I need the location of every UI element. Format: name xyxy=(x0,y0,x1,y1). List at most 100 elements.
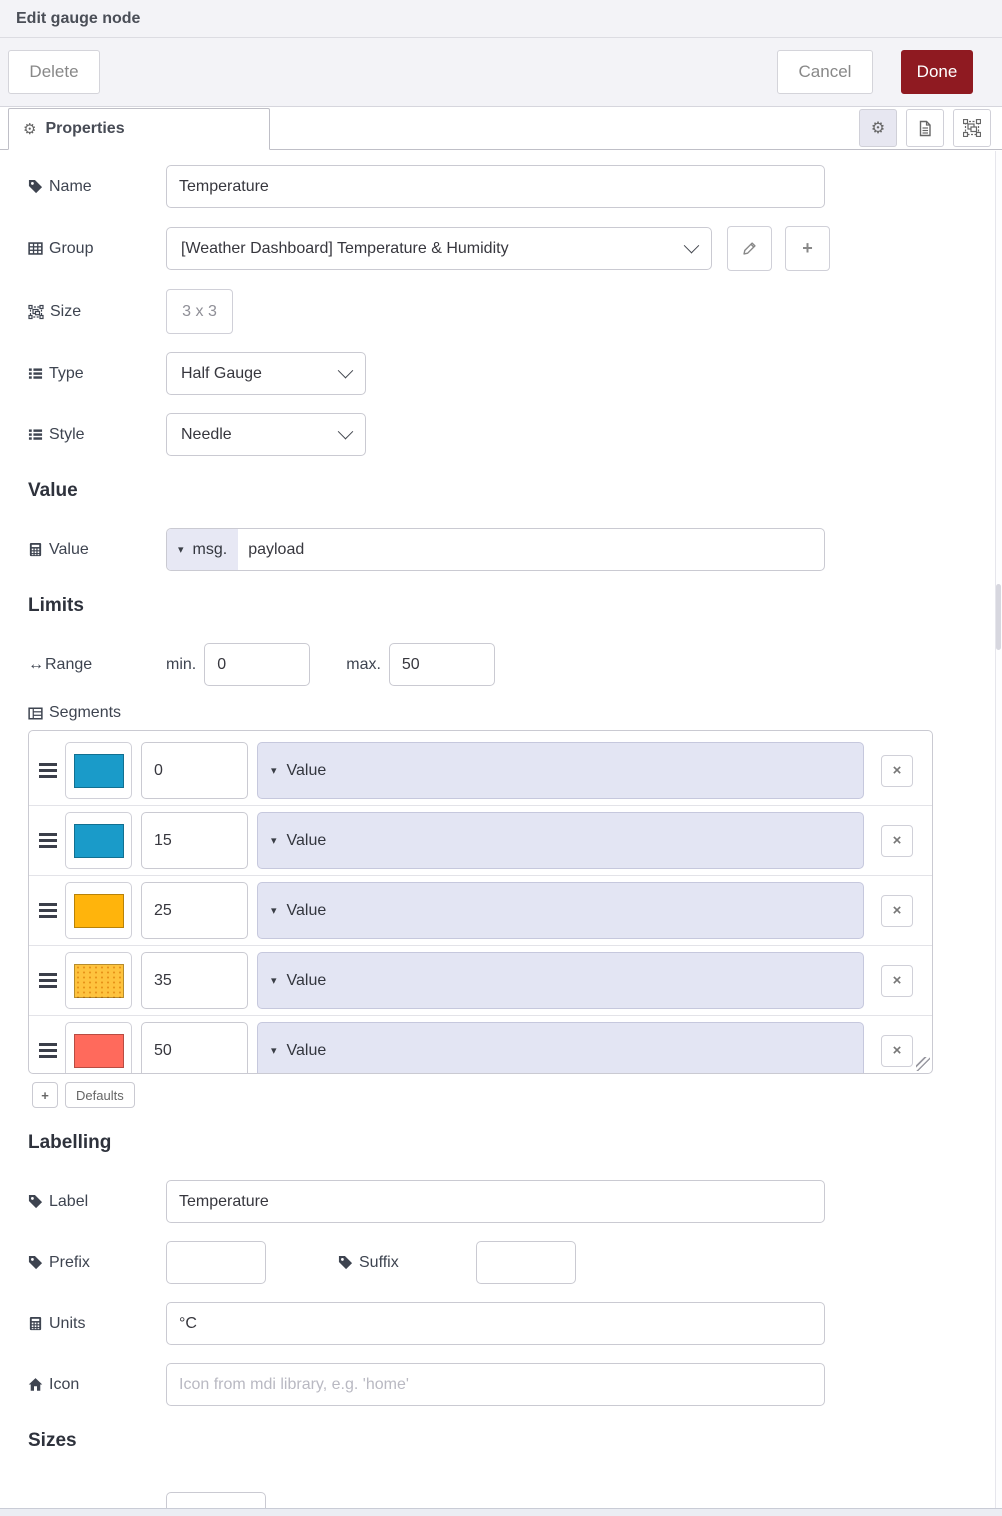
size-button[interactable]: 3 x 3 xyxy=(166,289,233,334)
range-min-input[interactable] xyxy=(204,643,311,686)
style-label: Style xyxy=(28,426,166,444)
prefix-input[interactable] xyxy=(166,1241,266,1284)
properties-form: Name Group [Weather Dashboard] Temperatu… xyxy=(0,150,1002,1516)
remove-segment-button[interactable]: × xyxy=(881,1034,913,1067)
value-typed-input[interactable]: ▾ msg. payload xyxy=(166,528,825,571)
style-row: Style Needle xyxy=(28,413,1002,456)
segment-type-select[interactable]: ▾ Value xyxy=(257,882,864,939)
list-resize-handle[interactable] xyxy=(916,1057,930,1071)
group-select[interactable]: [Weather Dashboard] Temperature & Humidi… xyxy=(166,227,712,270)
label-row: Label xyxy=(28,1180,1002,1223)
name-row: Name xyxy=(28,165,1002,208)
max-label: max. xyxy=(346,655,381,673)
properties-view-button[interactable]: ⚙ xyxy=(859,109,897,147)
close-icon: × xyxy=(892,902,902,919)
units-input[interactable] xyxy=(166,1302,825,1345)
prefix-label: Prefix xyxy=(28,1254,166,1272)
edit-group-button[interactable] xyxy=(727,226,772,271)
dialog-title: Edit gauge node xyxy=(16,9,141,27)
value-type-label: msg. xyxy=(192,540,228,558)
tab-properties-label: Properties xyxy=(45,119,125,137)
caret-down-icon: ▾ xyxy=(178,544,184,556)
tab-toolbar: ⚙ xyxy=(859,109,1002,147)
group-label: Group xyxy=(28,240,166,258)
caret-down-icon: ▾ xyxy=(271,1045,277,1057)
gear-icon: ⚙ xyxy=(870,120,886,137)
gear-icon: ⚙ xyxy=(23,120,37,138)
remove-segment-button[interactable]: × xyxy=(881,894,913,927)
group-select-value: [Weather Dashboard] Temperature & Humidi… xyxy=(181,239,509,257)
suffix-label: Suffix xyxy=(338,1254,476,1272)
limits-section-heading: Limits xyxy=(28,595,84,616)
cancel-button[interactable]: Cancel xyxy=(777,50,873,94)
chevron-down-icon xyxy=(337,423,354,440)
segment-color-button[interactable] xyxy=(65,812,132,869)
suffix-input[interactable] xyxy=(476,1241,576,1284)
segment-value-input[interactable] xyxy=(141,1022,248,1073)
segment-row: ▾ Value × xyxy=(29,736,932,806)
range-max-input[interactable] xyxy=(388,643,495,686)
segment-value-input[interactable] xyxy=(141,952,248,1009)
segment-value-input[interactable] xyxy=(141,742,248,799)
color-swatch xyxy=(73,823,124,858)
segment-color-button[interactable] xyxy=(65,952,132,1009)
size-row: Size 3 x 3 xyxy=(28,289,1002,334)
drag-handle-icon[interactable] xyxy=(39,903,57,918)
remove-segment-button[interactable]: × xyxy=(881,754,913,787)
description-view-button[interactable] xyxy=(906,109,944,147)
segment-value-input[interactable] xyxy=(141,882,248,939)
group-row: Group [Weather Dashboard] Temperature & … xyxy=(28,226,1002,271)
add-segment-button[interactable]: + xyxy=(32,1082,58,1108)
caret-down-icon: ▾ xyxy=(271,905,277,917)
tray-footer xyxy=(0,1508,1002,1516)
segment-color-button[interactable] xyxy=(65,882,132,939)
type-label: Type xyxy=(28,365,166,383)
list-icon xyxy=(28,429,43,440)
style-select-value: Needle xyxy=(181,425,232,443)
layout-group-icon xyxy=(963,119,981,137)
name-input[interactable] xyxy=(166,165,825,208)
tag-icon xyxy=(338,1255,353,1270)
segment-value-input[interactable] xyxy=(141,812,248,869)
icon-input[interactable] xyxy=(166,1363,825,1406)
color-swatch xyxy=(73,963,124,998)
type-select[interactable]: Half Gauge xyxy=(166,352,366,395)
label-input[interactable] xyxy=(166,1180,825,1223)
tab-properties[interactable]: ⚙ Properties xyxy=(8,107,270,150)
delete-button[interactable]: Delete xyxy=(8,50,100,94)
prefix-suffix-row: Prefix Suffix xyxy=(28,1241,1002,1284)
value-property: payload xyxy=(248,540,305,558)
drag-handle-icon[interactable] xyxy=(39,833,57,848)
segments-label: Segments xyxy=(28,704,1002,722)
calculator-icon xyxy=(29,542,42,557)
drag-handle-icon[interactable] xyxy=(39,1043,57,1058)
segment-type-select[interactable]: ▾ Value xyxy=(257,952,864,1009)
sizes-section-heading: Sizes xyxy=(28,1430,77,1451)
close-icon: × xyxy=(892,832,902,849)
style-select[interactable]: Needle xyxy=(166,413,366,456)
value-type-selector[interactable]: ▾ msg. xyxy=(167,529,239,570)
scrollbar-thumb[interactable] xyxy=(996,584,1001,650)
remove-segment-button[interactable]: × xyxy=(881,964,913,997)
dialog-header: Edit gauge node xyxy=(0,0,1002,38)
done-button[interactable]: Done xyxy=(901,50,973,94)
segment-type-select[interactable]: ▾ Value xyxy=(257,812,864,869)
scrollbar-track[interactable] xyxy=(995,151,1002,1508)
appearance-view-button[interactable] xyxy=(953,109,991,147)
tag-icon xyxy=(28,179,43,194)
segment-type-select[interactable]: ▾ Value xyxy=(257,1022,864,1073)
color-swatch xyxy=(73,893,124,928)
add-group-button[interactable]: + xyxy=(785,226,830,271)
segment-type-select[interactable]: ▾ Value xyxy=(257,742,864,799)
drag-handle-icon[interactable] xyxy=(39,973,57,988)
defaults-button[interactable]: Defaults xyxy=(65,1082,135,1108)
segment-color-button[interactable] xyxy=(65,742,132,799)
drag-handle-icon[interactable] xyxy=(39,763,57,778)
range-label: ↔ Range xyxy=(28,655,93,673)
chevron-down-icon xyxy=(337,362,354,379)
min-label: min. xyxy=(166,655,197,673)
remove-segment-button[interactable]: × xyxy=(881,824,913,857)
type-row: Type Half Gauge xyxy=(28,352,1002,395)
tab-bar: ⚙ Properties ⚙ xyxy=(0,107,1002,150)
segment-color-button[interactable] xyxy=(65,1022,132,1073)
